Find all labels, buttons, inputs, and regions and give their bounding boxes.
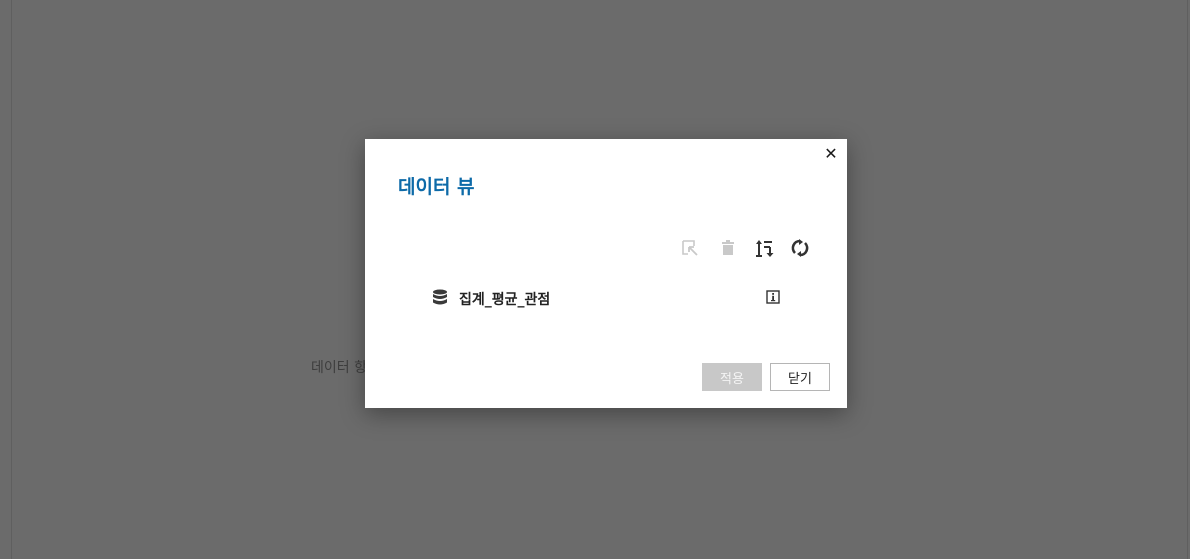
close-button[interactable]: 닫기 [770, 363, 830, 391]
dialog-title: 데이터 뷰 [398, 176, 475, 198]
sort-order-icon[interactable] [754, 238, 774, 258]
list-item[interactable]: 집계_평균_관점 [432, 287, 782, 309]
background-label: 데이터 항 [311, 360, 367, 376]
apply-button[interactable]: 적용 [702, 363, 762, 391]
database-icon [433, 289, 447, 305]
trash-icon[interactable] [718, 238, 738, 258]
refresh-icon[interactable] [790, 238, 810, 258]
list-item-label: 집계_평균_관점 [459, 292, 551, 308]
data-view-dialog: ✕ 데이터 뷰 집계_평균_관점 적용 닫기 [365, 139, 847, 408]
background-border-right [1187, 0, 1188, 559]
close-icon[interactable]: ✕ [822, 145, 840, 163]
info-icon[interactable] [766, 290, 780, 304]
edit-select-icon[interactable] [680, 238, 700, 258]
background-border-left [11, 0, 12, 559]
